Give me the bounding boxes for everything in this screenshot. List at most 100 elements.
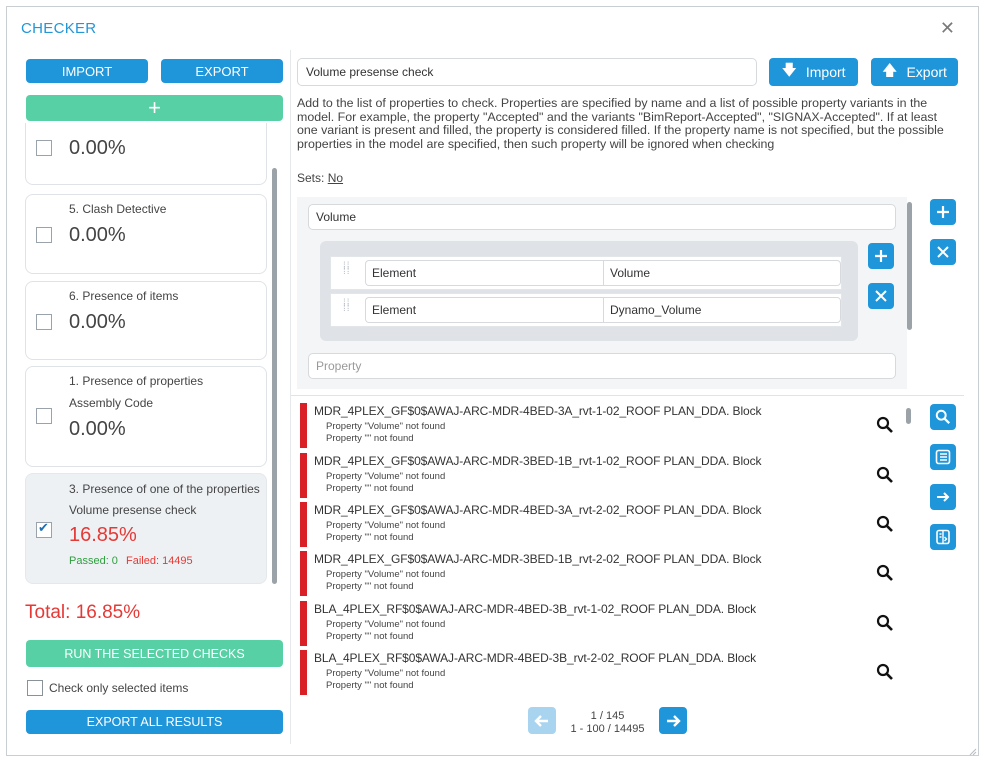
check-percent: 0.00% — [69, 137, 126, 159]
error-marker — [300, 403, 307, 448]
previous-page-button[interactable] — [528, 707, 556, 734]
result-row[interactable]: MDR_4PLEX_GF$0$AWAJ-ARC-MDR-3BED-1B_rvt-… — [300, 450, 900, 498]
page-indicator: 1 / 145 — [590, 710, 625, 722]
checks-scrollbar[interactable] — [272, 168, 277, 584]
check-checkbox[interactable] — [36, 408, 52, 424]
import-json-label: Import — [805, 64, 846, 80]
check-name: 5. Clash Detective — [69, 202, 167, 216]
add-variant-button[interactable] — [868, 243, 894, 269]
check-card[interactable]: 5. Clash Detective 0.00% — [25, 194, 267, 274]
check-name: 6. Presence of items — [69, 289, 179, 303]
zoom-to-element-icon[interactable] — [876, 663, 894, 681]
error-marker — [300, 453, 307, 498]
result-row[interactable]: MDR_4PLEX_GF$0$AWAJ-ARC-MDR-4BED-3A_rvt-… — [300, 499, 900, 547]
error-marker — [300, 601, 307, 646]
result-message: Property "" not found — [326, 483, 414, 494]
arrow-left-icon — [534, 714, 548, 727]
sets-label: Sets: — [297, 171, 325, 185]
arrow-right-icon — [937, 492, 950, 502]
check-card-selected[interactable]: 3. Presence of one of the properties Vol… — [25, 473, 267, 584]
remove-property-button[interactable] — [930, 239, 956, 265]
window-title: CHECKER — [21, 20, 97, 37]
upload-icon: 🡅 — [882, 61, 898, 79]
check-only-selected-checkbox[interactable] — [27, 680, 43, 696]
variant-category-input[interactable]: Element — [365, 260, 603, 286]
new-property-input[interactable]: Property — [308, 353, 896, 379]
passed-count: Passed: 0 — [69, 555, 118, 567]
check-checkbox[interactable] — [36, 227, 52, 243]
drag-handle-icon[interactable]: ⁞⁞ ⁞⁞ — [343, 262, 351, 284]
drag-handle-icon[interactable]: ⁞⁞ ⁞⁞ — [343, 299, 351, 321]
result-row[interactable]: BLA_4PLEX_RF$0$AWAJ-ARC-MDR-4BED-3B_rvt-… — [300, 647, 900, 695]
report-button[interactable] — [930, 524, 956, 550]
section-separator — [291, 395, 964, 396]
result-title: MDR_4PLEX_GF$0$AWAJ-ARC-MDR-3BED-1B_rvt-… — [314, 454, 762, 468]
result-message: Property "" not found — [326, 581, 414, 592]
go-to-button[interactable] — [930, 484, 956, 510]
run-selected-checks-button[interactable]: RUN THE SELECTED CHECKS — [26, 640, 283, 667]
result-row[interactable]: MDR_4PLEX_GF$0$AWAJ-ARC-MDR-4BED-3A_rvt-… — [300, 400, 900, 448]
check-card[interactable]: 0.00% — [25, 123, 267, 185]
check-card[interactable]: 6. Presence of items 0.00% — [25, 281, 267, 360]
close-icon — [875, 290, 887, 302]
download-icon: 🡇 — [781, 61, 797, 79]
import-json-button[interactable]: 🡇 Import — [769, 58, 858, 86]
result-message: Property "Volume" not found — [326, 619, 446, 630]
result-message: Property "" not found — [326, 532, 414, 543]
error-marker — [300, 650, 307, 695]
close-icon — [937, 246, 949, 258]
plus-icon — [875, 250, 887, 262]
close-icon[interactable]: ✕ — [940, 19, 955, 37]
panel-divider — [290, 50, 291, 744]
sets-link[interactable]: No — [328, 171, 343, 185]
check-checkbox[interactable] — [36, 314, 52, 330]
zoom-to-element-icon[interactable] — [876, 416, 894, 434]
result-message: Property "" not found — [326, 433, 414, 444]
next-page-button[interactable] — [659, 707, 687, 734]
check-percent: 0.00% — [69, 418, 126, 440]
zoom-to-element-icon[interactable] — [876, 466, 894, 484]
check-percent: 16.85% — [69, 524, 137, 546]
result-title: MDR_4PLEX_GF$0$AWAJ-ARC-MDR-4BED-3A_rvt-… — [314, 404, 762, 418]
search-results-button[interactable] — [930, 404, 956, 430]
check-card[interactable]: 1. Presence of properties Assembly Code … — [25, 366, 267, 467]
total-percent: Total: 16.85% — [25, 602, 141, 623]
check-name-input[interactable]: Volume presense check — [297, 58, 757, 86]
result-message: Property "Volume" not found — [326, 569, 446, 580]
property-scrollbar[interactable] — [907, 202, 912, 330]
check-only-selected-toggle[interactable]: Check only selected items — [27, 680, 188, 696]
variant-property-input[interactable]: Dynamo_Volume — [603, 297, 841, 323]
list-view-button[interactable] — [930, 444, 956, 470]
variant-property-input[interactable]: Volume — [603, 260, 841, 286]
import-button[interactable]: IMPORT — [26, 59, 148, 83]
export-button[interactable]: EXPORT — [161, 59, 283, 83]
search-icon — [935, 409, 951, 425]
variant-category-input[interactable]: Element — [365, 297, 603, 323]
remove-variant-button[interactable] — [868, 283, 894, 309]
results-scrollbar[interactable] — [906, 408, 911, 424]
error-marker — [300, 551, 307, 596]
add-property-button[interactable] — [930, 199, 956, 225]
zoom-to-element-icon[interactable] — [876, 515, 894, 533]
add-check-button[interactable]: + — [26, 95, 283, 121]
result-row[interactable]: BLA_4PLEX_RF$0$AWAJ-ARC-MDR-4BED-3B_rvt-… — [300, 598, 900, 646]
result-message: Property "Volume" not found — [326, 421, 446, 432]
zoom-to-element-icon[interactable] — [876, 614, 894, 632]
result-message: Property "" not found — [326, 631, 414, 642]
check-only-selected-label: Check only selected items — [49, 681, 189, 695]
report-icon — [936, 529, 950, 545]
check-checkbox[interactable] — [36, 520, 52, 538]
plus-icon — [937, 206, 949, 218]
check-checkbox[interactable] — [36, 140, 52, 156]
zoom-to-element-icon[interactable] — [876, 564, 894, 582]
arrow-right-icon — [667, 714, 681, 727]
resize-grip-icon[interactable] — [967, 746, 977, 756]
description-text: Add to the list of properties to check. … — [297, 96, 944, 151]
property-name-input[interactable]: Volume — [308, 204, 896, 230]
variant-row[interactable]: ⁞⁞ ⁞⁞ Element Dynamo_Volume — [330, 293, 842, 327]
export-json-button[interactable]: 🡅 Export — [871, 58, 958, 86]
range-indicator: 1 - 100 / 14495 — [570, 723, 645, 735]
export-all-results-button[interactable]: EXPORT ALL RESULTS — [26, 710, 283, 734]
variant-row[interactable]: ⁞⁞ ⁞⁞ Element Volume — [330, 256, 842, 290]
result-row[interactable]: MDR_4PLEX_GF$0$AWAJ-ARC-MDR-3BED-1B_rvt-… — [300, 548, 900, 596]
